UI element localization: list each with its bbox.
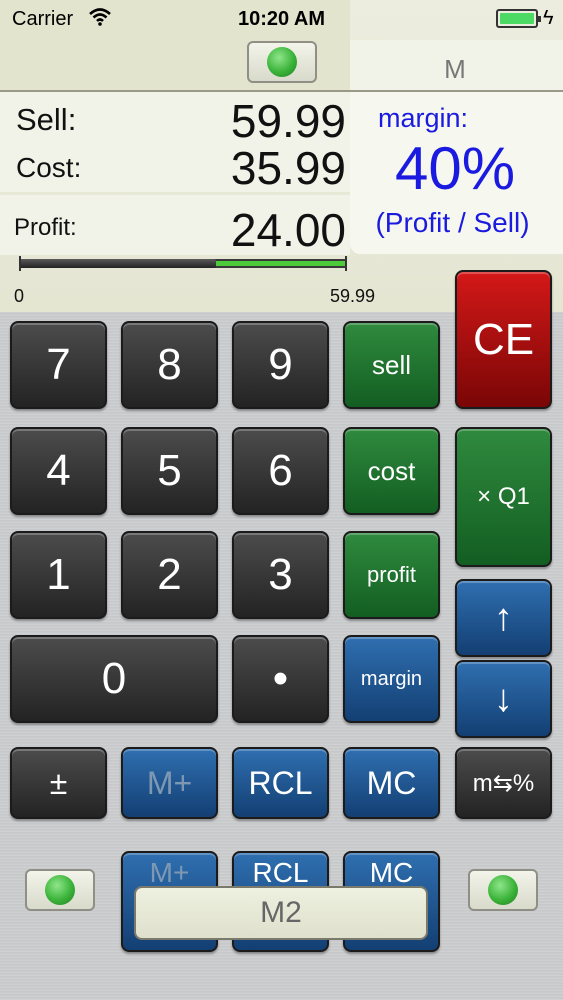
key-1[interactable]: 1 [10, 531, 107, 619]
key-5[interactable]: 5 [121, 427, 218, 515]
status-bar: Carrier 10:20 AM ϟ [0, 0, 563, 40]
key-0[interactable]: 0 [10, 635, 218, 723]
m2-display: M2 [134, 886, 428, 940]
plus-minus-key[interactable]: ± [10, 747, 107, 819]
key-6[interactable]: 6 [232, 427, 329, 515]
green-led-icon [488, 875, 518, 905]
memory-add-button[interactable]: M+ [121, 747, 218, 819]
margin-formula: (Profit / Sell) [375, 207, 530, 238]
margin-label: margin: [378, 103, 469, 133]
key-7[interactable]: 7 [10, 321, 107, 409]
right-led-button[interactable] [468, 869, 538, 911]
clear-entry-button[interactable]: CE [455, 270, 552, 409]
margin-value[interactable]: 40% [360, 134, 550, 203]
battery-icon [496, 9, 541, 28]
profit-bar [19, 256, 347, 271]
bar-max-label: 59.99 [329, 286, 375, 306]
memory-clear-button[interactable]: MC [343, 747, 440, 819]
sell-button[interactable]: sell [343, 321, 440, 409]
recall-button[interactable]: RCL [232, 747, 329, 819]
top-led-button[interactable] [247, 41, 317, 83]
cost-label: Cost: [16, 152, 82, 183]
green-led-icon [45, 875, 75, 905]
bar-min-label: 0 [14, 286, 25, 306]
margin-button[interactable]: margin [343, 635, 440, 723]
left-led-button[interactable] [25, 869, 95, 911]
up-arrow-button[interactable]: ↑ [455, 579, 552, 657]
key-4[interactable]: 4 [10, 427, 107, 515]
decimal-point-key[interactable]: • [232, 635, 329, 723]
down-arrow-button[interactable]: ↓ [455, 660, 552, 738]
charging-bolt-icon: ϟ [543, 7, 554, 29]
bar-tick-left [19, 256, 21, 271]
profit-button[interactable]: profit [343, 531, 440, 619]
key-8[interactable]: 8 [121, 321, 218, 409]
bar-cost-fill [19, 259, 216, 268]
bar-profit-fill [215, 261, 347, 266]
sell-label: Sell: [16, 102, 77, 137]
bar-tick-right [345, 256, 347, 271]
cost-button[interactable]: cost [343, 427, 440, 515]
display-panel: M Sell: 59.99 Cost: 35.99 Profit: 24.00 … [0, 0, 563, 312]
memory-indicator: M [444, 54, 466, 84]
key-3[interactable]: 3 [232, 531, 329, 619]
margin-percent-toggle-button[interactable]: m⇆% [455, 747, 552, 819]
green-led-icon [267, 47, 297, 77]
cost-value[interactable]: 35.99 [180, 141, 346, 195]
status-time: 10:20 AM [237, 8, 326, 30]
key-9[interactable]: 9 [232, 321, 329, 409]
profit-value[interactable]: 24.00 [180, 203, 346, 257]
times-q1-button[interactable]: × Q1 [455, 427, 552, 567]
key-2[interactable]: 2 [121, 531, 218, 619]
profit-label: Profit: [14, 214, 77, 241]
sell-value[interactable]: 59.99 [180, 94, 346, 148]
